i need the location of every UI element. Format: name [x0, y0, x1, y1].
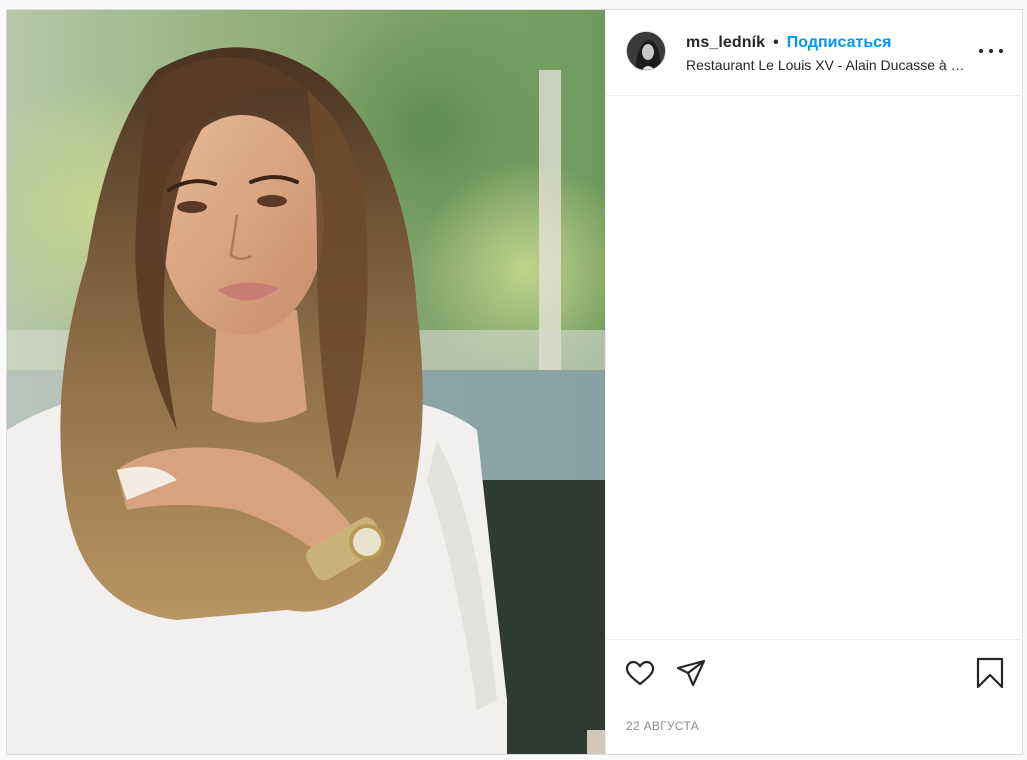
post-photo[interactable]	[7, 10, 605, 754]
post-photo-illustration	[7, 10, 605, 754]
avatar-icon	[627, 32, 665, 70]
more-horizontal-icon	[989, 49, 993, 53]
follow-button[interactable]: Подписаться	[787, 34, 892, 52]
post-date: 22 августа	[626, 719, 700, 733]
comments-area	[606, 97, 1023, 639]
save-button[interactable]	[975, 657, 1005, 689]
more-horizontal-icon	[999, 49, 1003, 53]
more-options-button[interactable]	[977, 39, 1005, 63]
heart-icon	[625, 660, 655, 686]
more-horizontal-icon	[979, 49, 983, 53]
post-header: ms_ledník • Подписаться Restaurant Le Lo…	[606, 10, 1023, 96]
user-avatar[interactable]	[626, 31, 666, 71]
post-side-panel: ms_ledník • Подписаться Restaurant Le Lo…	[605, 10, 1023, 754]
like-button[interactable]	[624, 657, 656, 689]
paper-plane-icon	[676, 659, 706, 687]
username-link[interactable]: ms_ledník	[686, 34, 765, 52]
share-button[interactable]	[675, 657, 707, 689]
bookmark-icon	[976, 657, 1004, 689]
post-header-line: ms_ledník • Подписаться	[686, 33, 891, 53]
location-link[interactable]: Restaurant Le Louis XV - Alain Ducasse à…	[686, 57, 966, 73]
post-card: ms_ledník • Подписаться Restaurant Le Lo…	[6, 9, 1023, 755]
post-actions: 22 августа	[606, 639, 1023, 754]
separator-dot: •	[773, 34, 779, 51]
